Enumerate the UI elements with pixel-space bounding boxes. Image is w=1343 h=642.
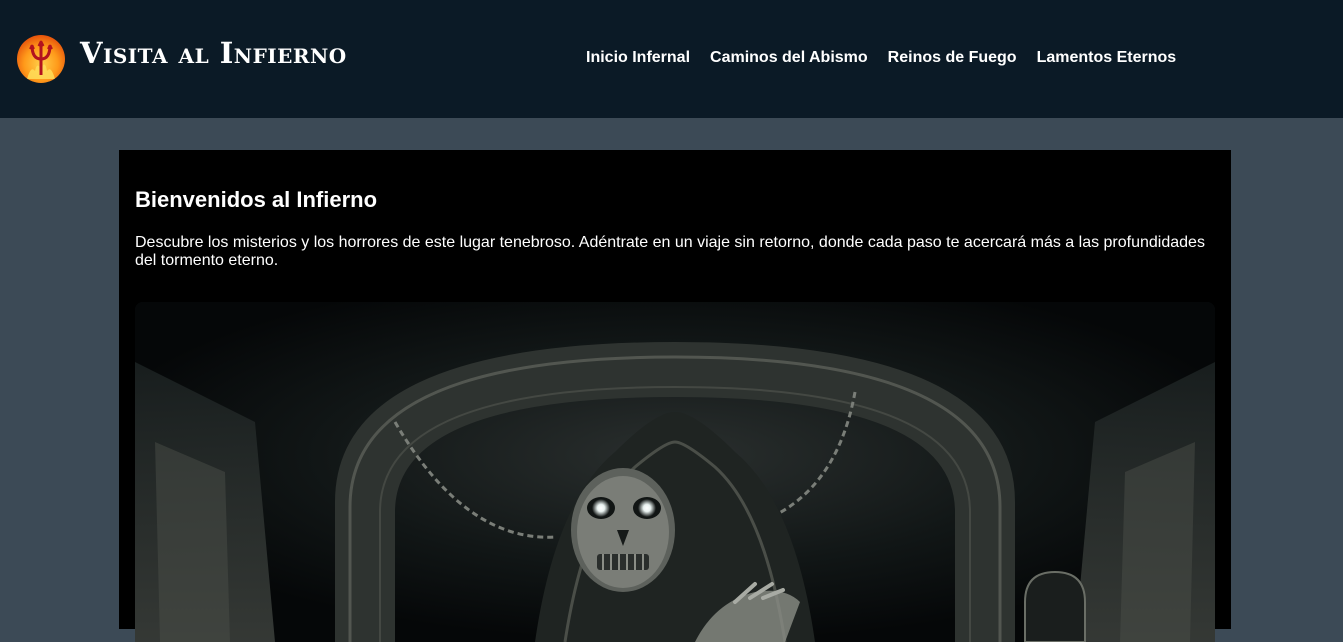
intro-paragraph: Descubre los misterios y los horrores de…: [135, 234, 1205, 269]
trident-flame-logo-icon[interactable]: [17, 35, 65, 83]
main-content-panel: Bienvenidos al Infierno Descubre los mis…: [119, 150, 1231, 642]
main-nav: Inicio Infernal Caminos del Abismo Reino…: [586, 49, 1176, 67]
page-heading: Bienvenidos al Infierno: [135, 187, 378, 212]
site-header: Visita al Infierno Inicio Infernal Camin…: [0, 0, 1343, 118]
nav-item-reinos-de-fuego[interactable]: Reinos de Fuego: [888, 49, 1017, 67]
site-title[interactable]: Visita al Infierno: [80, 36, 347, 70]
nav-item-lamentos-eternos[interactable]: Lamentos Eternos: [1037, 49, 1177, 67]
nav-item-inicio-infernal[interactable]: Inicio Infernal: [586, 49, 690, 67]
hero-image: [135, 302, 1215, 642]
nav-item-caminos-del-abismo[interactable]: Caminos del Abismo: [710, 49, 868, 67]
